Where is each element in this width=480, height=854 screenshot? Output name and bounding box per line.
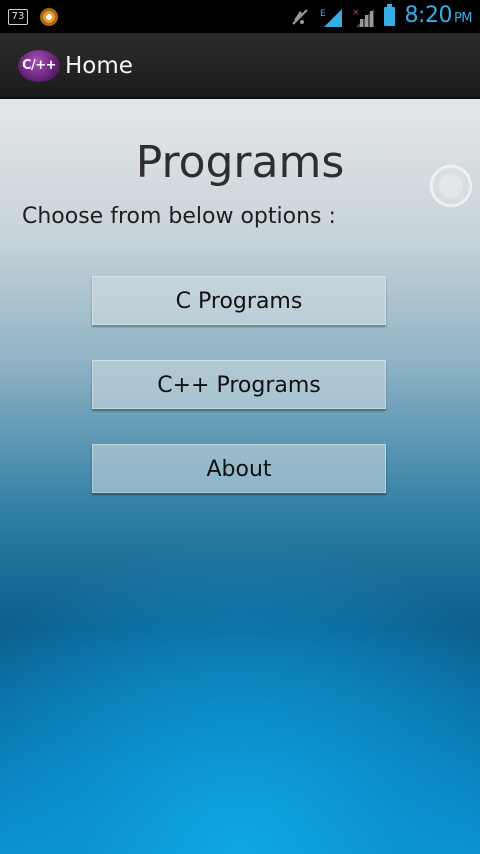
floating-assist-icon[interactable] [430,165,472,207]
clock-time: 8:20 [404,2,453,28]
notification-count-icon: 73 [8,8,28,25]
network-type-label: E [320,9,326,19]
main-content: Programs Choose from below options : C P… [0,99,480,854]
about-button[interactable]: About [92,444,386,493]
status-left: 73 [8,0,58,33]
action-bar-title: Home [65,53,133,79]
page-title: Programs [135,137,345,188]
action-bar: C/++ Home [0,33,480,99]
cpp-programs-button[interactable]: C++ Programs [92,360,386,409]
app-logo[interactable]: C/++ [18,50,60,82]
status-right: E × 8:20 PM [290,0,473,35]
page-subtitle: Choose from below options : [22,204,336,229]
clock-ampm: PM [453,10,473,26]
svg-text:×: × [352,8,360,18]
clock: 8:20 PM [404,0,473,35]
signal-e-icon: E [320,8,342,27]
mute-icon [291,8,308,25]
signal-no-service-icon: × [352,8,374,27]
app-notification-icon [40,7,58,26]
battery-icon [383,4,395,26]
c-programs-button[interactable]: C Programs [92,276,386,325]
status-bar: 73 E × 8:20 PM [0,0,480,33]
